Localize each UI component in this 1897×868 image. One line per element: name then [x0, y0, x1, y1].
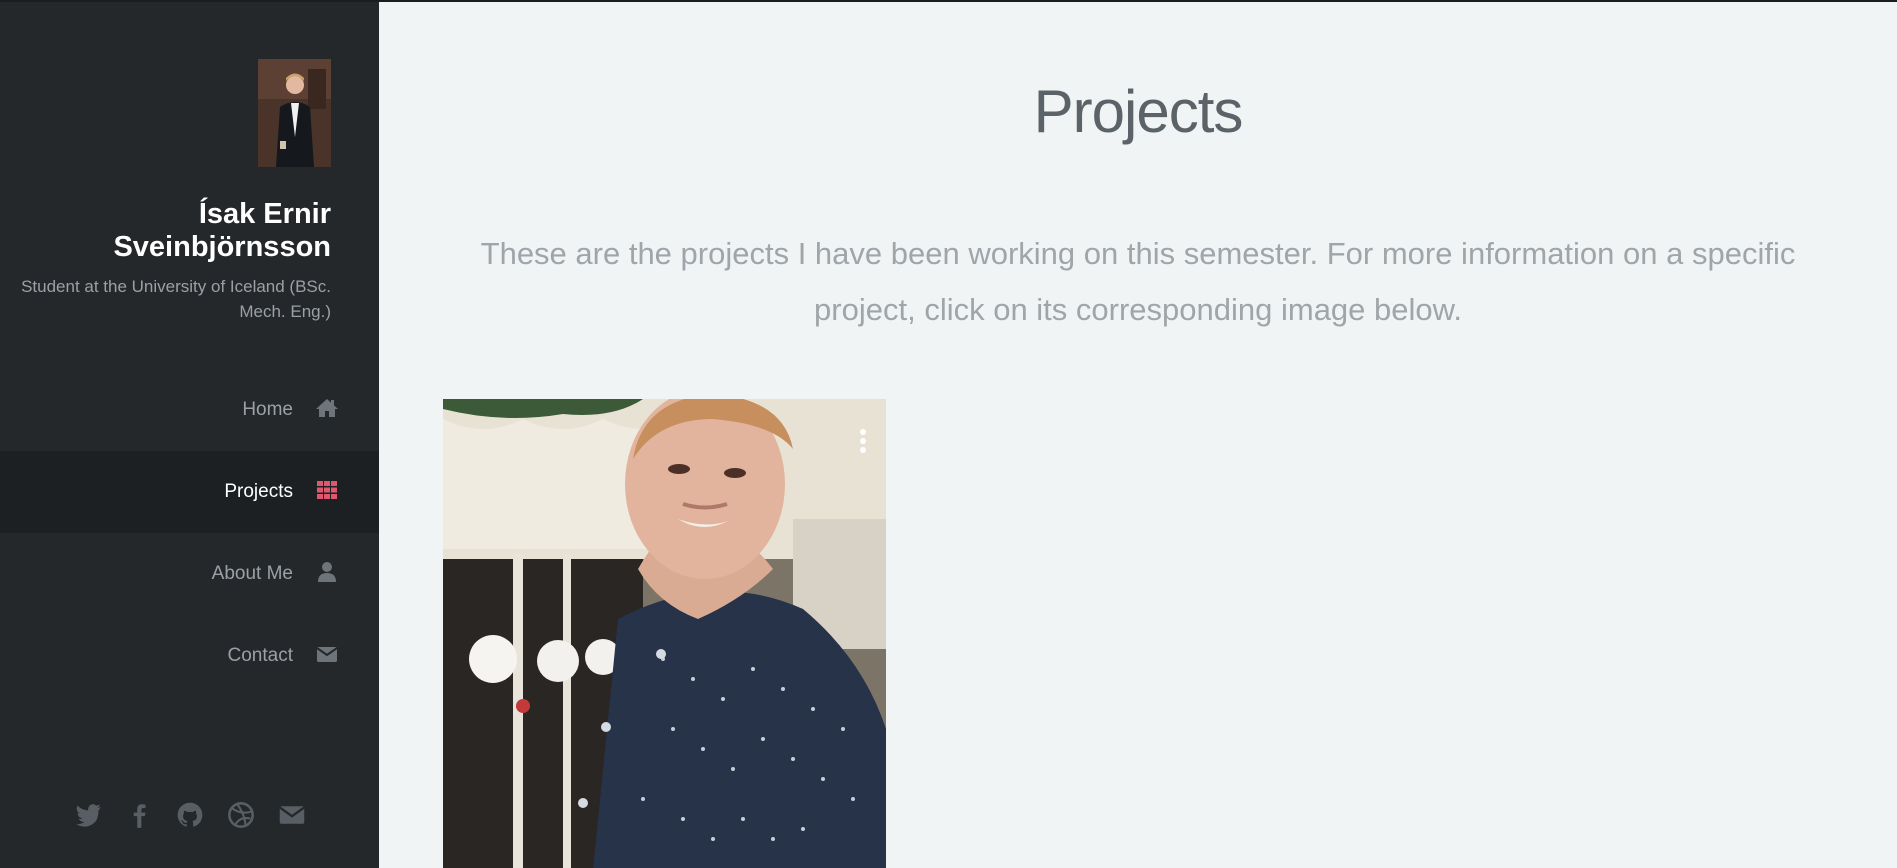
intro-text: These are the projects I have been worki… — [480, 236, 1796, 327]
social-links — [74, 801, 306, 829]
project-thumbnail[interactable] — [443, 399, 886, 868]
sidebar: Ísak Ernir Sveinbjörnsson Student at the… — [0, 0, 379, 868]
grid-icon — [315, 478, 339, 502]
profile-tagline: Student at the University of Iceland (BS… — [21, 277, 331, 321]
profile-name: Ísak Ernir Sveinbjörnsson — [113, 198, 331, 263]
home-icon — [315, 396, 339, 420]
envelope-icon[interactable] — [278, 801, 306, 829]
nav-item-projects[interactable]: Projects — [0, 451, 379, 533]
nav-item-contact[interactable]: Contact — [0, 615, 379, 697]
user-icon — [315, 560, 339, 584]
envelope-icon — [315, 642, 339, 666]
twitter-icon[interactable] — [74, 801, 102, 829]
nav-item-label: About Me — [211, 563, 293, 584]
nav-item-label: Home — [242, 399, 293, 420]
nav-item-home[interactable]: Home — [0, 369, 379, 451]
nav-item-label: Projects — [224, 481, 293, 502]
facebook-icon[interactable] — [125, 801, 153, 829]
dribbble-icon[interactable] — [227, 801, 255, 829]
github-icon[interactable] — [176, 801, 204, 829]
page: Ísak Ernir Sveinbjörnsson Student at the… — [0, 0, 1897, 868]
main-nav: Home Projects About Me Contact — [0, 369, 379, 697]
main-content: Projects These are the projects I have b… — [379, 0, 1897, 868]
nav-item-about[interactable]: About Me — [0, 533, 379, 615]
page-title: Projects — [1033, 78, 1244, 145]
nav-item-label: Contact — [227, 645, 293, 666]
avatar[interactable] — [258, 59, 331, 167]
